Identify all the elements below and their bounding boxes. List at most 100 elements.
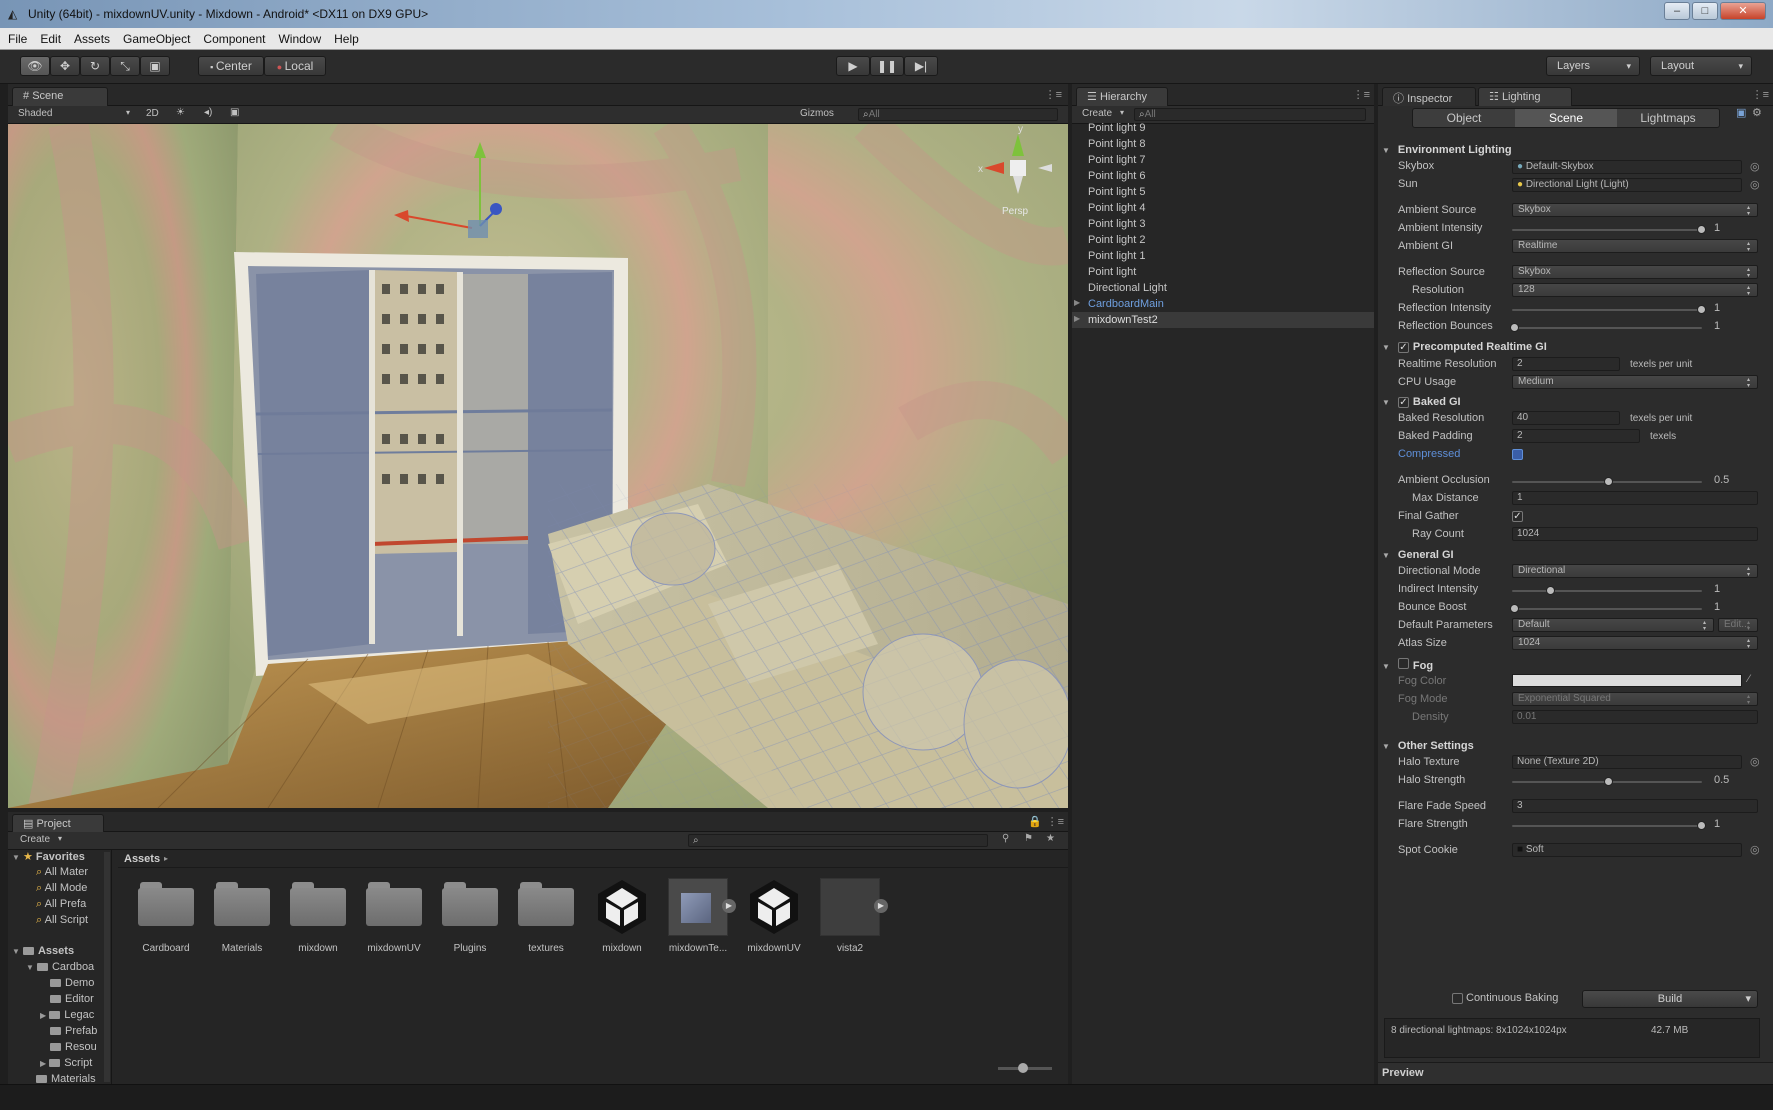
asset-folder-icon[interactable] <box>214 880 270 926</box>
other-settings-section-header[interactable]: Other Settings <box>1382 740 1474 752</box>
lighting-toggle-icon[interactable]: ☀ <box>176 107 185 118</box>
panel-menu-icon[interactable]: ⋮≡ <box>1045 88 1062 101</box>
hierarchy-item[interactable]: Point light 2 <box>1088 234 1145 246</box>
environment-section-header[interactable]: Environment Lighting <box>1382 144 1512 156</box>
eyedropper-icon[interactable]: ⁄ <box>1748 673 1750 685</box>
hierarchy-item-prefab[interactable]: CardboardMain <box>1088 298 1164 310</box>
ambient-source-dropdown[interactable]: Skybox <box>1512 203 1758 217</box>
tab-scene[interactable]: # Scene <box>12 87 108 106</box>
reflection-bounces-slider[interactable] <box>1512 327 1702 329</box>
fog-color-swatch[interactable] <box>1512 674 1742 687</box>
asset-tree-item[interactable]: ▶ Legac <box>40 1009 102 1021</box>
assets-header[interactable]: ▼ Assets <box>12 945 74 957</box>
indirect-intensity-knob[interactable] <box>1546 586 1555 595</box>
hierarchy-item[interactable]: Point light 5 <box>1088 186 1145 198</box>
sun-field[interactable]: ● Directional Light (Light) <box>1512 178 1742 192</box>
audio-toggle-icon[interactable]: ◂) <box>204 107 212 118</box>
favorites-header[interactable]: ▼ ★ Favorites <box>12 850 85 863</box>
subtab-object[interactable]: Object <box>1413 109 1515 127</box>
bounce-boost-knob[interactable] <box>1510 604 1519 613</box>
move-tool-button[interactable]: ✥ <box>50 56 80 76</box>
subtab-scene[interactable]: Scene <box>1515 109 1617 127</box>
flare-strength-knob[interactable] <box>1697 821 1706 830</box>
tab-inspector[interactable]: ⓘ Inspector <box>1382 87 1476 106</box>
favorite-star-icon[interactable]: ★ <box>1046 833 1055 844</box>
expand-asset-icon[interactable]: ▶ <box>722 899 736 913</box>
ambient-gi-dropdown[interactable]: Realtime <box>1512 239 1758 253</box>
minimize-button[interactable]: – <box>1664 2 1690 20</box>
asset-tree-item[interactable]: Materials <box>36 1073 102 1083</box>
pivot-center-button[interactable]: ▪ Center <box>198 56 264 76</box>
baked-gi-checkbox[interactable]: ✓ <box>1397 397 1409 408</box>
menu-gameobject[interactable]: GameObject <box>123 32 190 46</box>
menu-file[interactable]: File <box>8 32 27 46</box>
menu-window[interactable]: Window <box>278 32 321 46</box>
bounce-boost-value[interactable]: 1 <box>1714 601 1720 613</box>
filter-label-icon[interactable]: ⚑ <box>1024 833 1033 844</box>
hierarchy-item[interactable]: Point light <box>1088 266 1136 278</box>
ambient-occlusion-knob[interactable] <box>1604 477 1613 486</box>
realtime-gi-checkbox[interactable]: ✓ <box>1397 342 1409 353</box>
shading-mode-dropdown[interactable]: Shaded <box>18 108 52 119</box>
menu-assets[interactable]: Assets <box>74 32 110 46</box>
flare-strength-slider[interactable] <box>1512 825 1702 827</box>
project-search-input[interactable]: ⌕ <box>688 834 988 847</box>
flare-fade-input[interactable]: 3 <box>1512 799 1758 813</box>
baked-gi-section-header[interactable]: ✓Baked GI <box>1382 396 1461 408</box>
halo-strength-value[interactable]: 0.5 <box>1714 774 1729 786</box>
halo-strength-knob[interactable] <box>1604 777 1613 786</box>
hierarchy-item-selected[interactable]: mixdownTest2 <box>1088 314 1158 326</box>
hand-tool-button[interactable]: 👁 <box>20 56 50 76</box>
cpu-usage-dropdown[interactable]: Medium <box>1512 375 1758 389</box>
close-button[interactable]: ✕ <box>1720 2 1766 20</box>
object-picker-icon[interactable]: ◎ <box>1750 843 1760 856</box>
asset-label[interactable]: mixdown <box>582 943 662 954</box>
filter-type-icon[interactable]: ⚲ <box>1002 833 1009 844</box>
play-button[interactable]: ▶ <box>836 56 870 76</box>
flare-strength-value[interactable]: 1 <box>1714 818 1720 830</box>
asset-label[interactable]: mixdownTe... <box>658 943 738 954</box>
subtab-lightmaps[interactable]: Lightmaps <box>1617 109 1719 127</box>
hierarchy-menu-icon[interactable]: ⋮≡ <box>1353 88 1370 101</box>
realtime-gi-section-header[interactable]: ✓Precomputed Realtime GI <box>1382 341 1547 353</box>
build-dropdown-icon[interactable]: ▾ <box>1745 991 1751 1007</box>
menu-help[interactable]: Help <box>334 32 359 46</box>
asset-tree-item[interactable]: ▶ Script <box>40 1057 102 1069</box>
ambient-intensity-knob[interactable] <box>1697 225 1706 234</box>
ambient-intensity-slider[interactable] <box>1512 229 1702 231</box>
hierarchy-search-input[interactable]: ⌕All <box>1134 108 1366 121</box>
asset-label[interactable]: textures <box>506 943 586 954</box>
maximize-button[interactable]: □ <box>1692 2 1718 20</box>
pivot-local-button[interactable]: ● Local <box>264 56 326 76</box>
favorite-item[interactable]: ⌕ All Mater <box>36 866 102 879</box>
scene-search-input[interactable]: ⌕All <box>858 108 1058 121</box>
asset-label[interactable]: Materials <box>202 943 282 954</box>
reflection-source-dropdown[interactable]: Skybox <box>1512 265 1758 279</box>
continuous-baking-checkbox[interactable] <box>1452 993 1463 1004</box>
reflection-bounces-knob[interactable] <box>1510 323 1519 332</box>
ray-count-input[interactable]: 1024 <box>1512 527 1758 541</box>
reflection-intensity-slider[interactable] <box>1512 309 1702 311</box>
hierarchy-item[interactable]: Point light 1 <box>1088 250 1145 262</box>
asset-folder-icon[interactable] <box>442 880 498 926</box>
max-distance-input[interactable]: 1 <box>1512 491 1758 505</box>
indirect-intensity-slider[interactable] <box>1512 590 1702 592</box>
asset-folder-icon[interactable] <box>290 880 346 926</box>
asset-tree-item[interactable]: Resou <box>50 1041 102 1053</box>
lock-icon[interactable]: 🔒 <box>1028 815 1042 828</box>
favorite-item[interactable]: ⌕ All Prefa <box>36 898 102 911</box>
step-button[interactable]: ▶| <box>904 56 938 76</box>
rotate-tool-button[interactable]: ↻ <box>80 56 110 76</box>
asset-folder-icon[interactable] <box>518 880 574 926</box>
tab-lighting[interactable]: ☷ Lighting <box>1478 87 1572 106</box>
texture-thumbnail[interactable] <box>820 878 880 936</box>
directional-mode-dropdown[interactable]: Directional <box>1512 564 1758 578</box>
scene-viewport[interactable]: y x Persp <box>8 124 1068 808</box>
indirect-intensity-value[interactable]: 1 <box>1714 583 1720 595</box>
preview-bar[interactable]: Preview <box>1378 1062 1773 1084</box>
expand-arrow-icon[interactable]: ▶ <box>1074 314 1080 323</box>
resolution-dropdown[interactable]: 128 <box>1512 283 1758 297</box>
auto-icon[interactable]: ▣ <box>1736 106 1746 119</box>
mode-2d-toggle[interactable]: 2D <box>146 108 159 119</box>
reflection-bounces-value[interactable]: 1 <box>1714 320 1720 332</box>
